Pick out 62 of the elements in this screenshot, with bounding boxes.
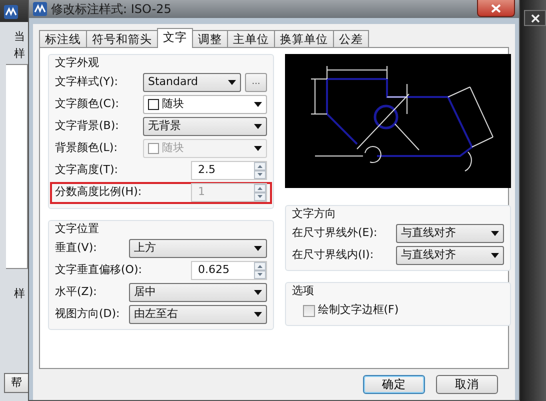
close-button[interactable] (477, 0, 515, 17)
field-label: 分数高度比例(H): (55, 184, 142, 200)
dropdown[interactable]: 与直线对齐 (396, 224, 504, 242)
tab[interactable]: 文字 (157, 28, 193, 48)
group-title: 文字位置 (55, 220, 99, 236)
field-label: 文字高度(T): (55, 162, 120, 178)
checkbox-label: 绘制文字边框(F) (318, 302, 399, 318)
field-label: 文字样式(Y): (55, 74, 120, 90)
number-field[interactable]: 0.625 (191, 260, 267, 280)
color-dropdown[interactable]: 随块 (143, 95, 267, 114)
tab[interactable]: 主单位 (227, 30, 275, 48)
window-title: 修改标注样式: ISO-25 (51, 1, 172, 18)
dropdown[interactable]: 居中 (129, 282, 267, 302)
dropdown[interactable]: 无背景 (143, 117, 267, 136)
color-swatch-icon (148, 143, 159, 154)
cancel-button[interactable]: 取消 (436, 374, 498, 394)
checkbox[interactable] (303, 304, 315, 316)
close-icon (530, 14, 540, 22)
help-button[interactable]: 帮 (4, 372, 28, 393)
ok-button[interactable]: 确定 (363, 374, 425, 394)
field-label: 当 (13, 28, 26, 44)
field-label: 视图方向(D): (55, 306, 121, 322)
field-label: 在尺寸界线外(E): (292, 224, 378, 241)
field-label: 文字垂直偏移(O): (55, 262, 142, 278)
caret-icon (254, 312, 262, 316)
app-icon (4, 4, 18, 19)
browse-button[interactable]: ... (245, 73, 267, 92)
group-title: 选项 (292, 283, 314, 299)
dropdown[interactable]: 与直线对齐 (396, 246, 504, 264)
group-title: 文字外观 (55, 55, 99, 71)
list-box[interactable] (6, 64, 28, 268)
field-label: 样 (14, 287, 25, 300)
field-label: 文字颜色(C): (55, 96, 120, 112)
caret-icon (254, 146, 262, 151)
caret-icon (254, 102, 262, 107)
caret-icon (254, 124, 262, 129)
field-label: 样 (13, 46, 26, 62)
field-label: 水平(Z): (55, 284, 98, 300)
caret-icon (228, 80, 236, 85)
color-swatch-icon (148, 99, 159, 110)
tab[interactable]: 公差 (333, 30, 369, 48)
caret-icon (491, 230, 499, 236)
spinner-arrows-icon[interactable] (254, 262, 266, 278)
tab[interactable]: 标注线 (39, 30, 87, 48)
dropdown[interactable]: 由左至右 (129, 304, 267, 324)
field-label: 垂直(V): (55, 240, 98, 256)
tab[interactable]: 换算单位 (274, 30, 334, 48)
close-button[interactable] (524, 10, 546, 26)
caret-icon (254, 290, 262, 294)
field-label: 背景颜色(L): (55, 140, 118, 156)
field-label: 文字背景(B): (55, 118, 120, 134)
number-field[interactable]: 2.5 (191, 161, 267, 180)
dropdown[interactable]: Standard (143, 73, 241, 92)
close-icon (491, 4, 501, 12)
app-icon (33, 2, 47, 16)
spinner-arrows-icon[interactable] (254, 162, 266, 179)
tab[interactable]: 符号和箭头 (86, 30, 158, 48)
dropdown[interactable]: 上方 (129, 238, 267, 258)
group-title: 文字方向 (292, 206, 336, 222)
field-label: 在尺寸界线内(I): (292, 246, 375, 263)
caret-icon (254, 246, 262, 250)
caret-icon (491, 252, 499, 258)
